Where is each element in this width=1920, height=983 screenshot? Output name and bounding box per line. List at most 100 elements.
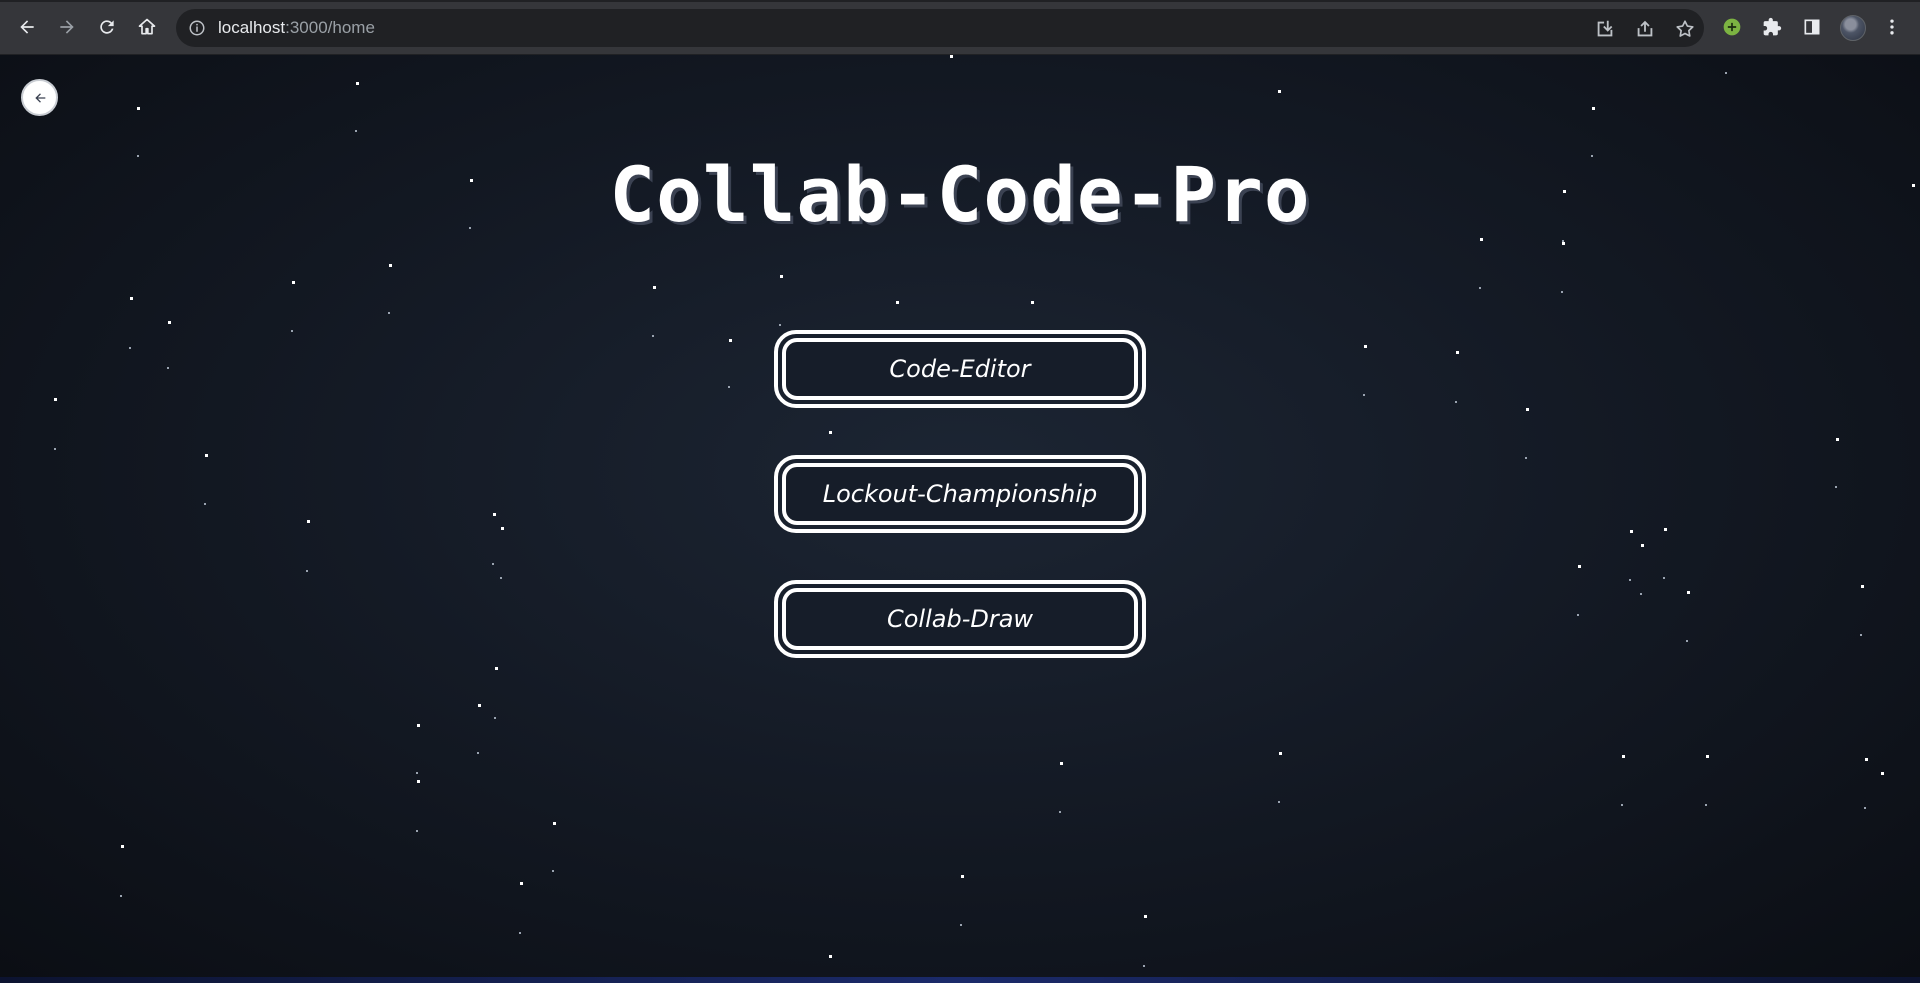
star xyxy=(493,513,496,516)
star xyxy=(1479,287,1481,289)
star xyxy=(291,330,293,332)
url-host: localhost xyxy=(218,18,286,37)
arrow-left-icon xyxy=(34,92,45,103)
star xyxy=(355,130,357,132)
star xyxy=(553,822,556,825)
star xyxy=(121,845,124,848)
star xyxy=(1562,242,1565,245)
star xyxy=(129,347,131,349)
star xyxy=(1630,530,1633,533)
plus-circle-icon xyxy=(1723,18,1741,36)
profile-avatar[interactable] xyxy=(1840,15,1866,41)
star xyxy=(961,875,964,878)
star xyxy=(130,297,133,300)
info-icon[interactable] xyxy=(188,19,206,37)
puzzle-icon xyxy=(1763,17,1782,36)
star xyxy=(1687,591,1690,594)
star xyxy=(1526,408,1529,411)
star xyxy=(1835,486,1837,488)
star xyxy=(1561,291,1563,293)
star xyxy=(54,398,57,401)
star xyxy=(1279,752,1282,755)
browser-back-button[interactable] xyxy=(13,13,41,41)
star xyxy=(1278,90,1281,93)
star xyxy=(167,367,169,369)
star xyxy=(1861,585,1864,588)
lockout-championship-button[interactable]: Lockout-Championship xyxy=(774,455,1146,533)
browser-reload-button[interactable] xyxy=(93,13,121,41)
star xyxy=(1629,579,1631,581)
extension-green-button[interactable] xyxy=(1719,14,1745,40)
star xyxy=(389,264,392,267)
star xyxy=(137,107,140,110)
star xyxy=(1864,807,1866,809)
side-panel-icon xyxy=(1804,19,1820,35)
star xyxy=(1363,394,1365,396)
star xyxy=(500,577,502,579)
star xyxy=(1525,457,1527,459)
tab-strip-edge xyxy=(0,0,1920,2)
share-icon[interactable] xyxy=(1634,18,1656,40)
star xyxy=(1725,72,1727,74)
star xyxy=(1663,577,1665,579)
star xyxy=(1865,758,1868,761)
address-bar[interactable]: localhost:3000/home xyxy=(176,9,1704,47)
star xyxy=(960,924,962,926)
star xyxy=(1456,351,1459,354)
star xyxy=(416,772,418,774)
star xyxy=(388,312,390,314)
star xyxy=(652,335,654,337)
star xyxy=(307,520,310,523)
star xyxy=(653,286,656,289)
star xyxy=(1705,804,1707,806)
star xyxy=(950,55,953,58)
star xyxy=(1060,762,1063,765)
star xyxy=(1664,528,1667,531)
browser-forward-button[interactable] xyxy=(53,13,81,41)
bottom-edge xyxy=(0,977,1920,983)
star xyxy=(54,448,56,450)
back-button[interactable] xyxy=(21,79,58,116)
star xyxy=(829,431,832,434)
star xyxy=(416,830,418,832)
star xyxy=(1059,811,1061,813)
url-path: :3000/home xyxy=(285,18,375,37)
collab-draw-button[interactable]: Collab-Draw xyxy=(774,580,1146,658)
star xyxy=(779,324,781,326)
star xyxy=(204,503,206,505)
star xyxy=(120,895,122,897)
code-editor-label: Code-Editor xyxy=(782,338,1138,400)
url-text[interactable]: localhost:3000/home xyxy=(218,18,375,38)
page-title: Collab-Code-Pro xyxy=(609,150,1311,239)
star xyxy=(1686,640,1688,642)
star-icon[interactable] xyxy=(1674,18,1696,40)
star xyxy=(1881,772,1884,775)
star xyxy=(1143,965,1145,967)
browser-menu-button[interactable] xyxy=(1879,14,1905,40)
star xyxy=(728,386,730,388)
star xyxy=(417,724,420,727)
star xyxy=(520,882,523,885)
star xyxy=(552,870,554,872)
star xyxy=(292,281,295,284)
extensions-button[interactable] xyxy=(1759,14,1785,40)
star xyxy=(519,932,521,934)
star xyxy=(495,667,498,670)
star xyxy=(1622,755,1625,758)
lockout-championship-label: Lockout-Championship xyxy=(782,463,1138,525)
reload-icon xyxy=(100,20,114,34)
arrow-left-icon xyxy=(20,20,34,34)
code-editor-button[interactable]: Code-Editor xyxy=(774,330,1146,408)
star xyxy=(1031,301,1034,304)
side-panel-button[interactable] xyxy=(1799,14,1825,40)
browser-home-button[interactable] xyxy=(133,13,161,41)
star xyxy=(494,717,496,719)
star xyxy=(1641,544,1644,547)
home-page: Collab-Code-Pro Code-Editor Lockout-Cham… xyxy=(0,55,1920,977)
star xyxy=(1578,565,1581,568)
install-icon[interactable] xyxy=(1594,18,1616,40)
star xyxy=(1144,915,1147,918)
star xyxy=(478,704,481,707)
star xyxy=(501,527,504,530)
arrow-right-icon xyxy=(60,20,74,34)
